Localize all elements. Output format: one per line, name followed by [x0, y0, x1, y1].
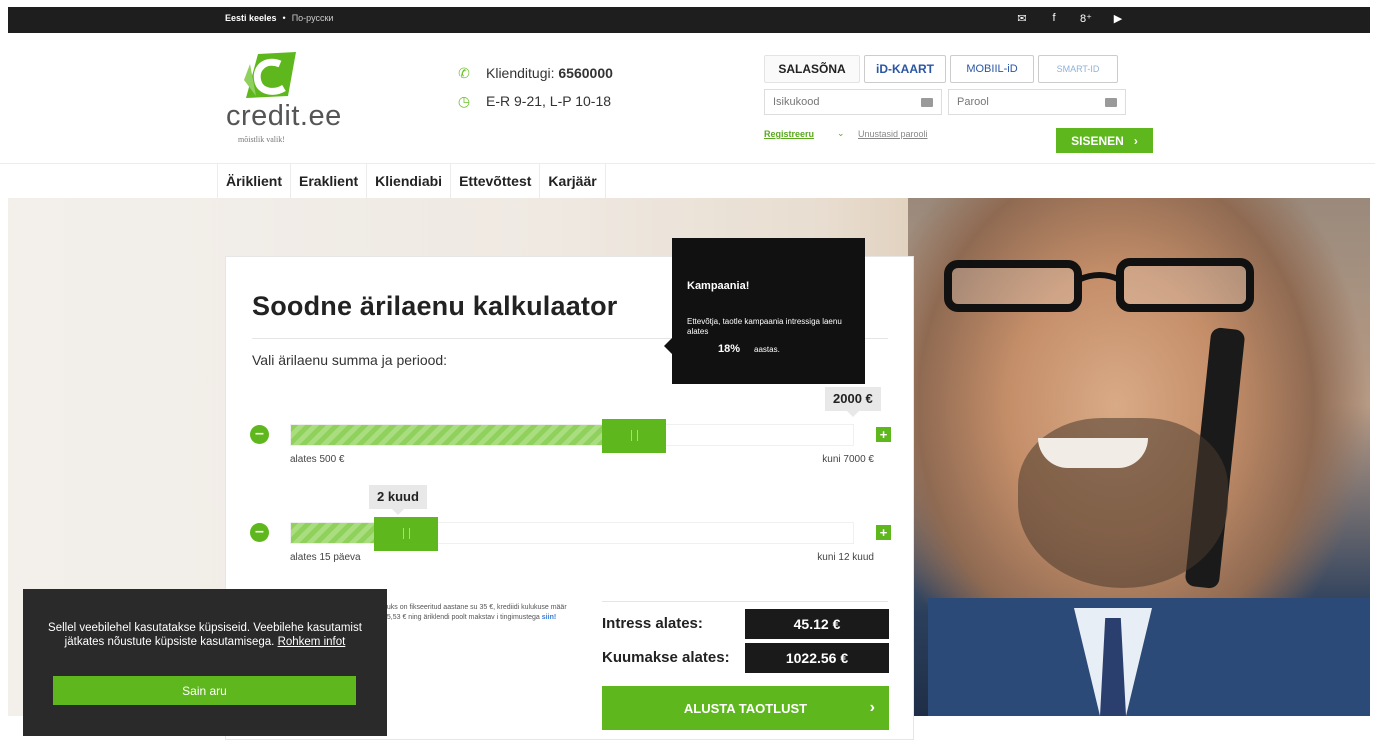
monthly-payment-value: 1022.56 €: [745, 643, 889, 673]
contact-info: ✆ Klienditugi: 6560000 ◷ E-R 9-21, L-P 1…: [456, 59, 613, 115]
cookie-banner: Sellel veebilehel kasutatakse küpsiseid.…: [23, 589, 387, 736]
increase-amount-button[interactable]: +: [876, 427, 891, 442]
chevron-down-icon[interactable]: ⌄: [837, 128, 845, 139]
login-fields: [764, 89, 1154, 115]
period-fill: [291, 523, 374, 543]
decrease-amount-button[interactable]: –: [250, 425, 269, 444]
nav-item-about[interactable]: Ettevõttest: [451, 164, 541, 199]
personal-code-input[interactable]: [765, 90, 941, 114]
opening-hours: E-R 9-21, L-P 10-18: [486, 93, 612, 109]
loan-terms-body: uuks on fikseeritud aastane su 35 €, kre…: [383, 604, 567, 621]
lang-estonian-link[interactable]: Eesti keeles: [225, 13, 277, 23]
logo-mark-icon: [244, 52, 296, 98]
tab-password[interactable]: SALASÕNA: [764, 55, 860, 83]
auth-method-tabs: SALASÕNA iD-KAART MOBIIL-iD SMART-ID: [764, 55, 1154, 83]
smile-illustration: [1038, 438, 1148, 468]
hours-row: ◷ E-R 9-21, L-P 10-18: [456, 87, 613, 115]
site-header: credit.ee mõistlik valik! ✆ Klienditugi:…: [0, 33, 1375, 163]
clock-icon: ◷: [457, 93, 471, 109]
amount-handle[interactable]: [602, 419, 666, 453]
register-link[interactable]: Registreeru: [764, 129, 814, 139]
calculator-title: Soodne ärilaenu kalkulaator: [252, 291, 618, 321]
amount-max-label: kuni 7000 €: [822, 454, 874, 465]
tab-id-card[interactable]: iD-KAART: [864, 55, 946, 83]
period-max-label: kuni 12 kuud: [817, 552, 874, 563]
decrease-period-button[interactable]: –: [250, 523, 269, 542]
nav-item-careers[interactable]: Karjäär: [540, 164, 606, 199]
campaign-rate-suffix: aastas.: [754, 345, 780, 354]
chevron-right-icon: ›: [1133, 133, 1138, 148]
amount-slider: – 2000 € alates 500 € kuni 7000 € +: [250, 387, 891, 465]
campaign-rate: 18%: [718, 343, 741, 355]
cookie-accept-button[interactable]: Sain aru: [53, 676, 356, 705]
amount-min-label: alates 500 €: [290, 454, 345, 465]
glasses-illustration: [944, 258, 1254, 312]
support-row: ✆ Klienditugi: 6560000: [456, 59, 613, 87]
results-divider: [602, 601, 888, 602]
brand-name: credit.ee: [226, 100, 342, 132]
keyboard-icon[interactable]: [1105, 98, 1117, 107]
nav-item-business[interactable]: Äriklient: [217, 164, 292, 199]
start-application-button[interactable]: ALUSTA TAOTLUST ›: [602, 686, 889, 730]
monthly-payment-label: Kuumakse alates:: [602, 649, 730, 666]
mail-icon[interactable]: ✉: [1015, 12, 1029, 25]
support-label: Klienditugi:: [486, 65, 555, 81]
campaign-text: Ettevõtja, taotle kampaania intressiga l…: [687, 317, 842, 336]
language-switcher: Eesti keeles • По-русски: [225, 13, 333, 23]
period-track[interactable]: [290, 517, 854, 551]
support-phone[interactable]: 6560000: [558, 65, 613, 81]
period-slider: – 2 kuud alates 15 päeva kuni 12 kuud +: [250, 485, 891, 563]
social-links: ✉ f 8⁺ ▶: [1015, 12, 1125, 25]
login-panel: SALASÕNA iD-KAART MOBIIL-iD SMART-ID Reg…: [764, 55, 1154, 153]
period-value-bubble: 2 kuud: [369, 485, 427, 515]
cookie-more-info-link[interactable]: Rohkem infot: [278, 636, 346, 648]
loan-terms-link[interactable]: siin!: [542, 614, 556, 621]
keyboard-icon[interactable]: [921, 98, 933, 107]
password-input[interactable]: [949, 90, 1125, 114]
forgot-password-link[interactable]: Unustasid parooli: [858, 129, 928, 139]
loan-terms-text: uuks on fikseeritud aastane su 35 €, kre…: [383, 603, 573, 623]
cookie-message: Sellel veebilehel kasutatakse küpsiseid.…: [43, 621, 367, 649]
login-actions: Registreeru ⌄ Unustasid parooli SISENEN ›: [764, 121, 1154, 153]
campaign-title: Kampaania!: [687, 280, 750, 292]
logo[interactable]: credit.ee mõistlik valik!: [226, 48, 346, 158]
password-field: [948, 89, 1126, 115]
main-nav: Äriklient Eraklient Kliendiabi Ettevõtte…: [0, 163, 1375, 199]
period-handle[interactable]: [374, 517, 438, 551]
login-button-label: SISENEN: [1071, 133, 1124, 148]
start-application-label: ALUSTA TAOTLUST: [683, 701, 808, 716]
period-min-label: alates 15 päeva: [290, 552, 361, 563]
separator-dot: •: [282, 13, 286, 23]
username-field: [764, 89, 942, 115]
tab-mobile-id[interactable]: MOBIIL-iD: [950, 55, 1034, 83]
phone-icon: ✆: [458, 65, 470, 81]
brand-tagline: mõistlik valik!: [238, 135, 285, 144]
amount-track[interactable]: [290, 419, 854, 453]
amount-value-bubble: 2000 €: [825, 387, 881, 417]
youtube-icon[interactable]: ▶: [1111, 12, 1125, 25]
interest-value: 45.12 €: [745, 609, 889, 639]
tab-smart-id[interactable]: SMART-ID: [1038, 55, 1118, 83]
interest-label: Intress alates:: [602, 615, 703, 632]
chevron-right-icon: ›: [869, 699, 875, 716]
login-button[interactable]: SISENEN ›: [1056, 128, 1153, 153]
lang-russian-link[interactable]: По-русски: [292, 13, 334, 23]
nav-item-support[interactable]: Kliendiabi: [367, 164, 452, 199]
google-plus-icon[interactable]: 8⁺: [1079, 12, 1093, 25]
nav-item-private[interactable]: Eraklient: [291, 164, 368, 199]
calculator-subtitle: Vali ärilaenu summa ja periood:: [252, 352, 448, 368]
campaign-tooltip: Kampaania! Ettevõtja, taotle kampaania i…: [664, 238, 865, 384]
amount-fill: [291, 425, 602, 445]
facebook-icon[interactable]: f: [1047, 12, 1061, 25]
increase-period-button[interactable]: +: [876, 525, 891, 540]
top-bar: Eesti keeles • По-русски ✉ f 8⁺ ▶: [8, 7, 1370, 33]
